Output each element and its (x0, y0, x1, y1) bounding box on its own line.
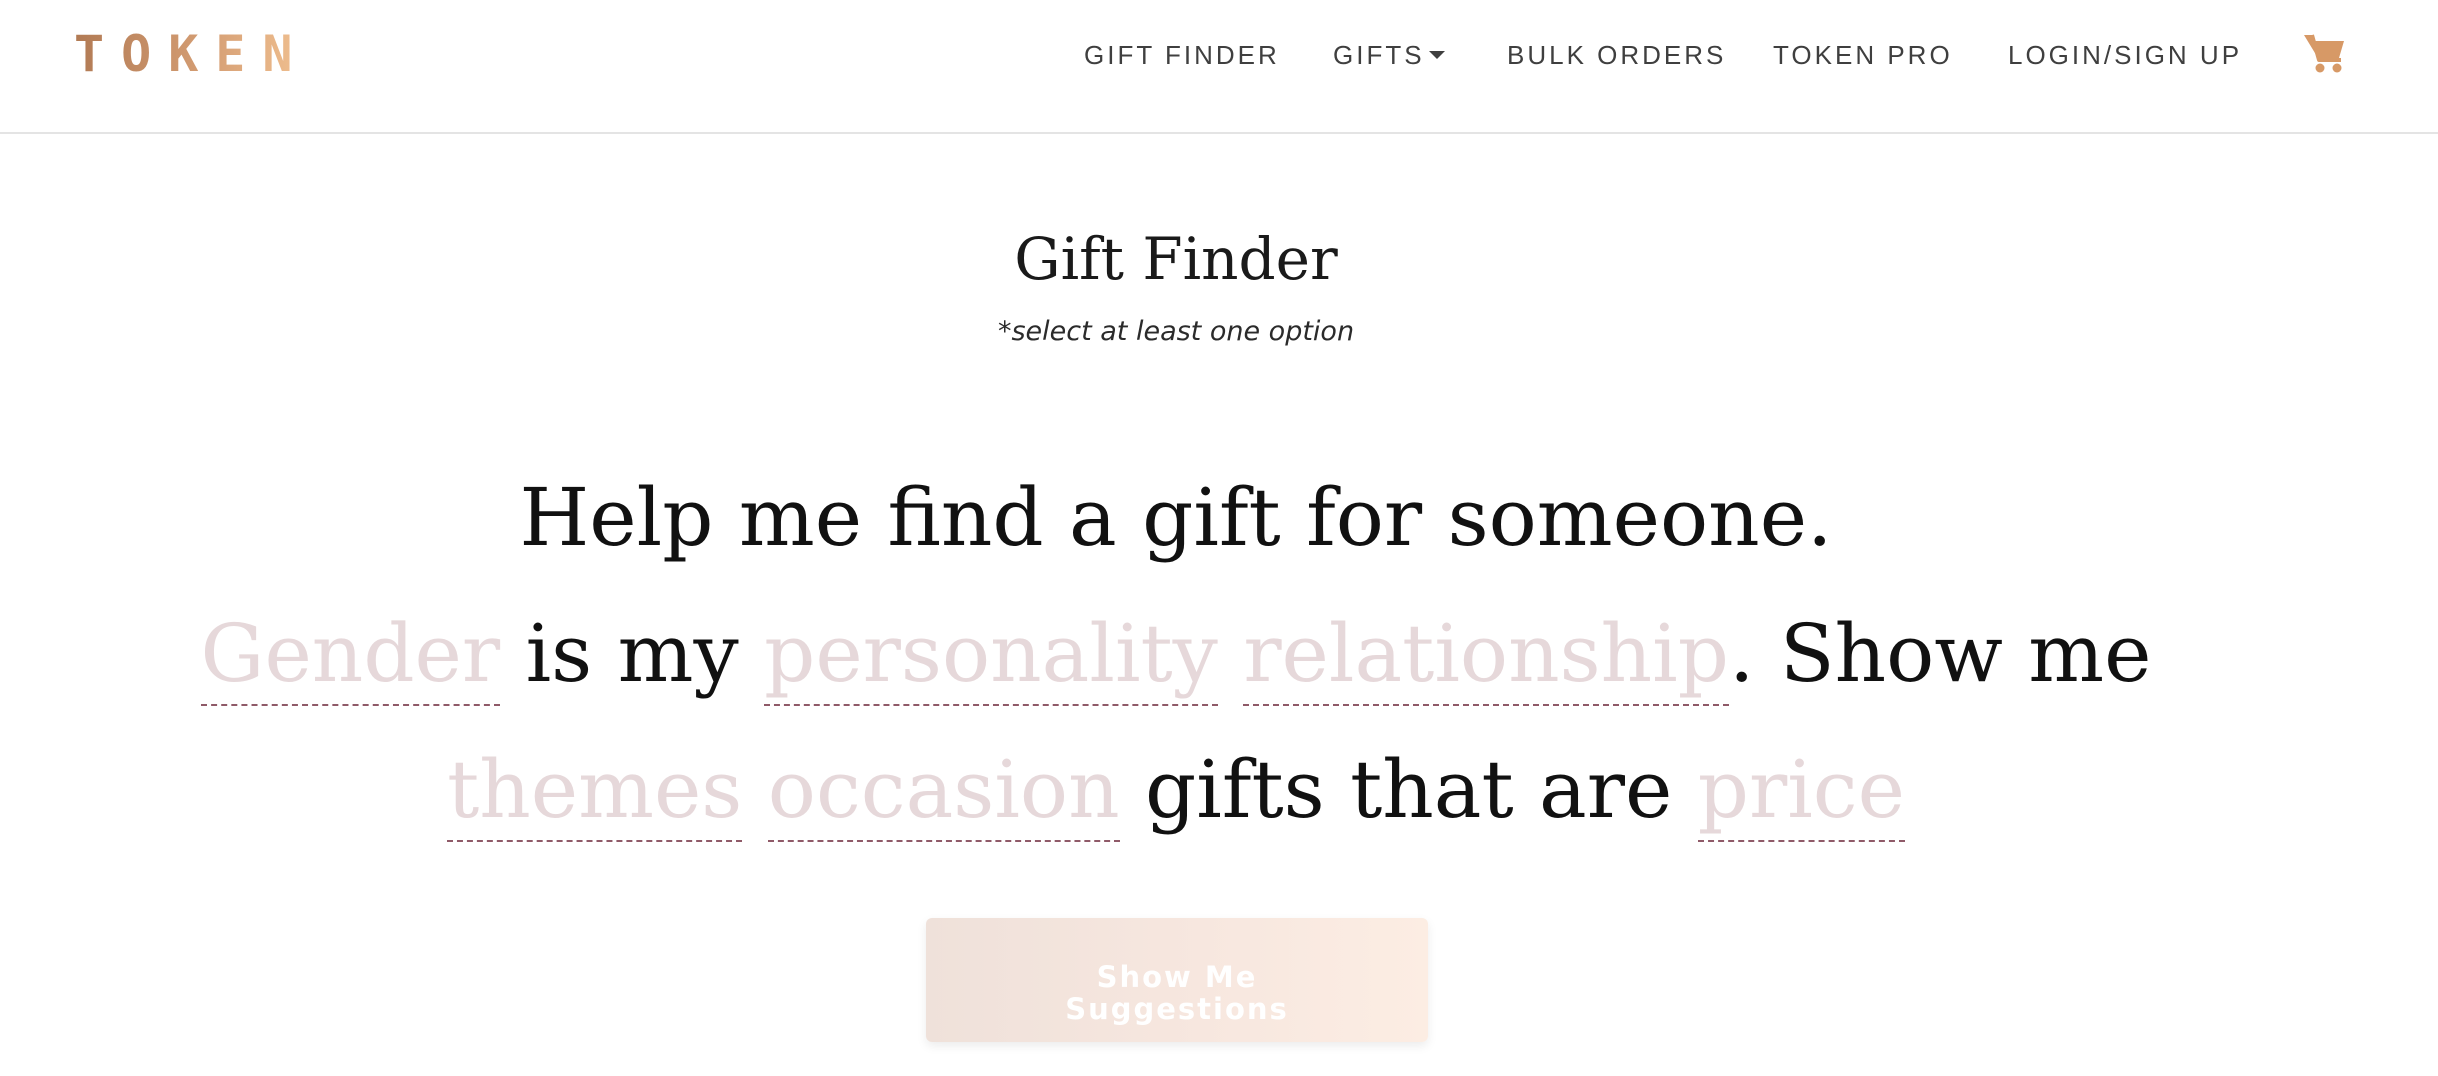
page-title: Gift Finder (1014, 225, 1338, 293)
site-header: TOKEN GIFT FINDER GIFTS BULK ORDERS TOKE… (0, 0, 2438, 134)
sentence-line-1: Help me find a gift for someone. (0, 468, 2352, 568)
page-subtitle: *select at least one option (997, 316, 1355, 347)
nav-token-pro[interactable]: TOKEN PRO (1773, 38, 1953, 72)
nav-gift-finder[interactable]: GIFT FINDER (1084, 38, 1280, 72)
token-logo[interactable]: TOKEN (74, 24, 310, 84)
show-suggestions-button[interactable]: Show Me Suggestions (926, 918, 1428, 1042)
nav-login-signup[interactable]: LOGIN/SIGN UP (2008, 38, 2242, 72)
personality-selector[interactable]: personality (764, 607, 1218, 706)
gender-selector[interactable]: Gender (200, 607, 501, 706)
occasion-selector[interactable]: occasion (767, 743, 1120, 842)
themes-selector[interactable]: themes (447, 743, 743, 842)
relationship-selector[interactable]: relationship (1243, 607, 1729, 706)
sentence-intro: Help me find a gift for someone. (519, 471, 1833, 564)
nav-gifts[interactable]: GIFTS (1333, 38, 1445, 72)
sentence-line-2: Gender is my personality relationship. S… (0, 604, 2352, 706)
nav-bulk-orders[interactable]: BULK ORDERS (1507, 38, 1726, 72)
cart-icon-graphic (2304, 34, 2344, 73)
price-selector[interactable]: price (1697, 743, 1905, 842)
sentence-text-is-my: is my (525, 607, 739, 700)
sentence-text-gifts-that-are: gifts that are (1145, 743, 1673, 836)
cart-icon[interactable] (2302, 30, 2348, 76)
nav-gifts-label: GIFTS (1333, 40, 1425, 70)
sentence-line-3: themes occasion gifts that are price (0, 740, 2352, 842)
sentence-text-show-me: . Show me (1728, 607, 2152, 700)
caret-down-icon (1428, 51, 1445, 60)
